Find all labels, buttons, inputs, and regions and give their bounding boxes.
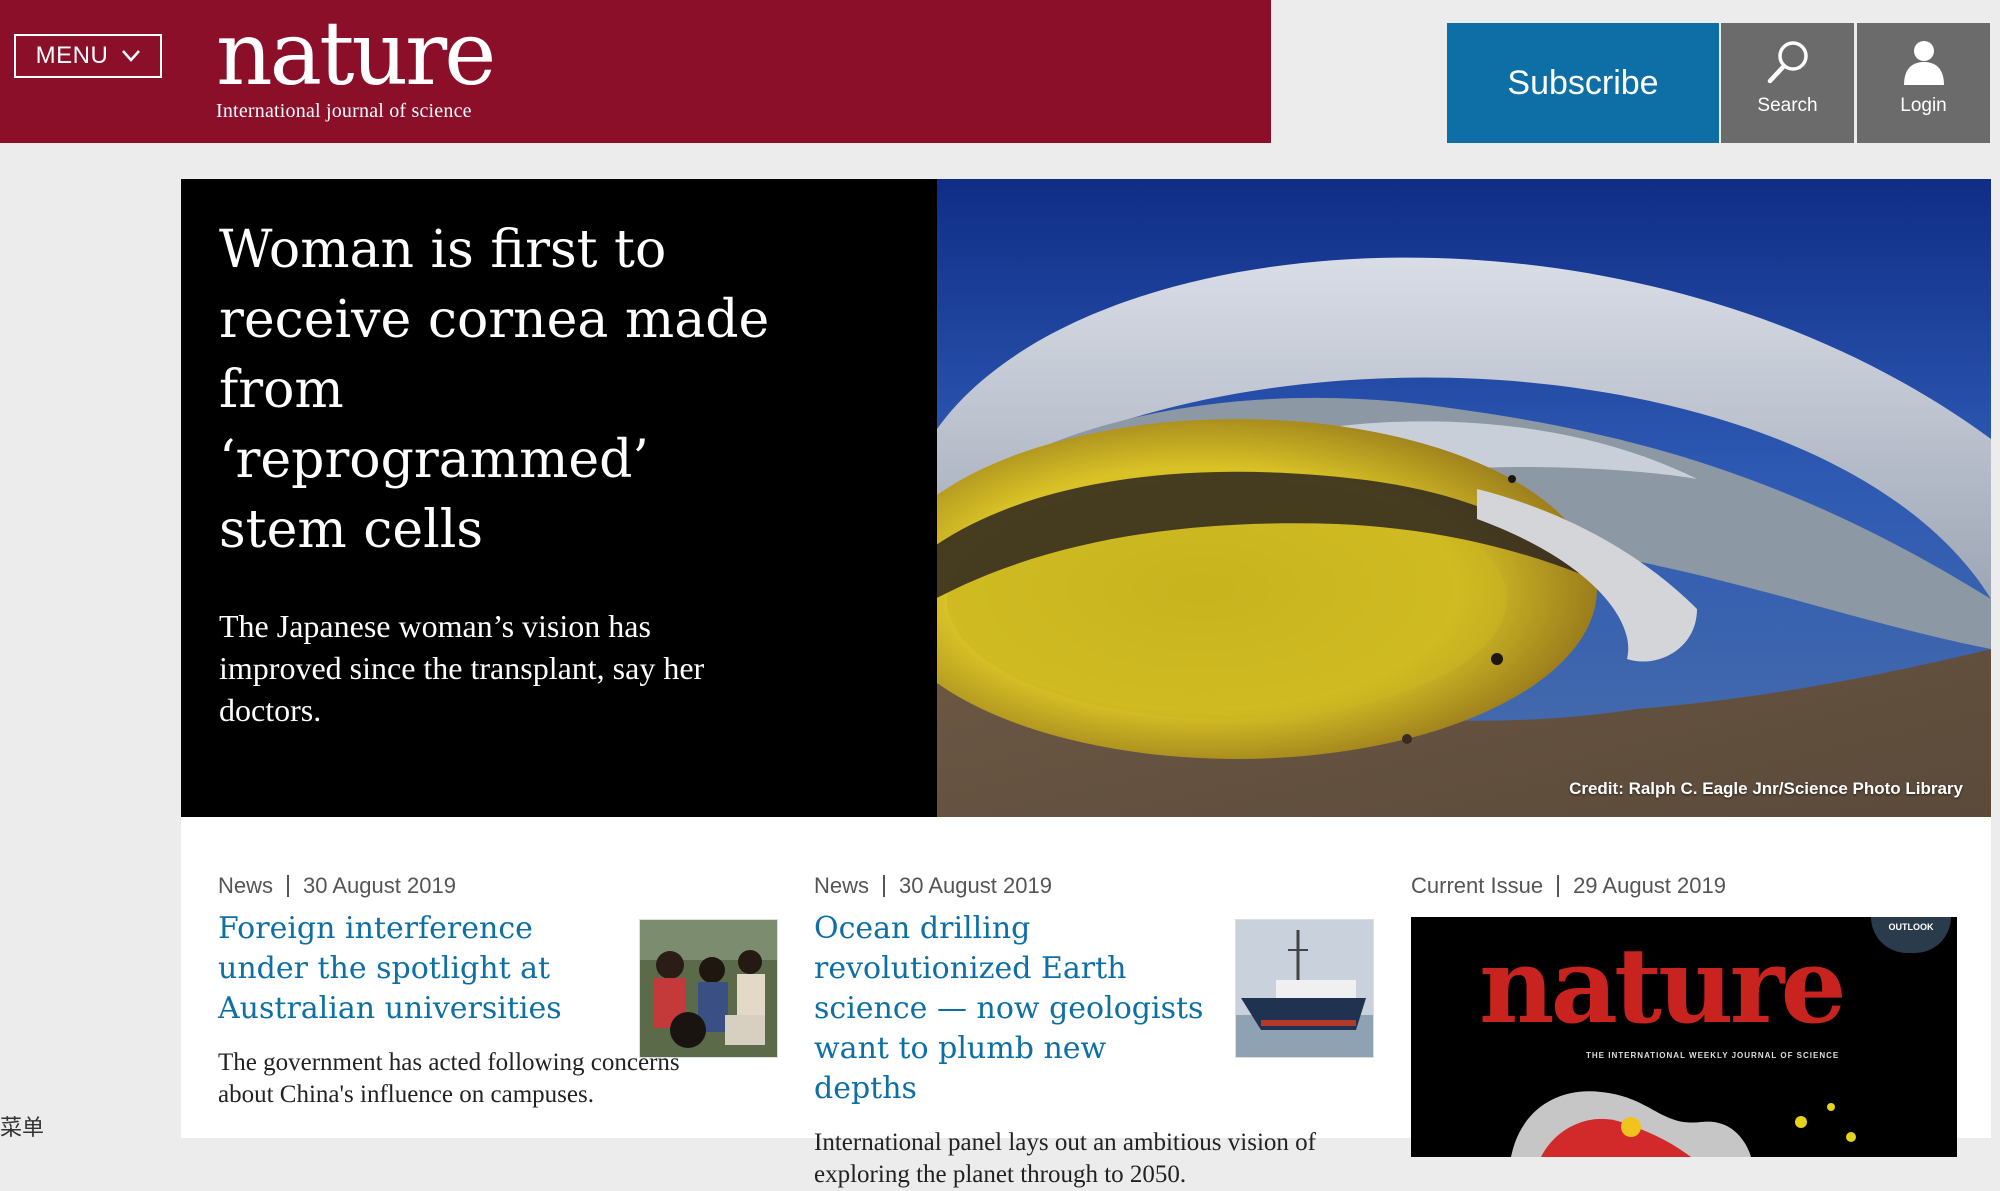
- card-meta: News 30 August 2019: [218, 873, 778, 899]
- card-meta: Current Issue 29 August 2019: [1411, 873, 1971, 899]
- news-card[interactable]: News 30 August 2019 Foreign interference…: [218, 873, 778, 1111]
- card-thumbnail[interactable]: [639, 919, 778, 1058]
- brand-header: MENU nature International journal of sci…: [0, 0, 1271, 143]
- card-type: News: [814, 873, 870, 898]
- card-thumbnail[interactable]: [1235, 919, 1374, 1058]
- journal-cover[interactable]: OUTLOOK nature THE INTERNATIONAL WEEKLY …: [1411, 917, 1957, 1157]
- logo-wordmark: nature: [216, 2, 496, 105]
- hero-feature[interactable]: Woman is first to receive cornea made fr…: [181, 179, 1991, 817]
- card-type: News: [218, 873, 274, 898]
- subscribe-label: Subscribe: [1507, 63, 1659, 102]
- meta-divider: [883, 875, 886, 897]
- cover-artwork: [1511, 1091, 1856, 1157]
- card-date: 29 August 2019: [1573, 873, 1726, 898]
- search-label: Search: [1757, 95, 1818, 116]
- hero-summary: The Japanese woman’s vision has improved…: [219, 608, 705, 728]
- card-title-link[interactable]: Foreign interference under the spotlight…: [218, 909, 613, 1029]
- cover-subtitle: THE INTERNATIONAL WEEKLY JOURNAL OF SCIE…: [1586, 1051, 1840, 1060]
- hero-text-block: Woman is first to receive cornea made fr…: [219, 215, 779, 731]
- login-button[interactable]: Login: [1857, 23, 1990, 143]
- menu-label: MENU: [35, 42, 109, 69]
- meta-divider: [1557, 875, 1560, 897]
- hero-cornea-image[interactable]: Credit: Ralph C. Eagle Jnr/Science Photo…: [937, 179, 1991, 817]
- card-type: Current Issue: [1411, 873, 1544, 898]
- news-cards-section: News 30 August 2019 Foreign interference…: [181, 817, 1991, 1188]
- drilling-ship-photo: [1236, 920, 1373, 1057]
- students-photo: [640, 920, 777, 1057]
- cover-masthead: nature: [1479, 924, 1847, 1047]
- user-icon: [1903, 41, 1944, 85]
- login-label: Login: [1900, 95, 1947, 116]
- chevron-down-icon: [122, 50, 141, 62]
- news-card[interactable]: News 30 August 2019 Ocean drilling revol…: [814, 873, 1374, 1191]
- meta-divider: [287, 875, 290, 897]
- card-meta: News 30 August 2019: [814, 873, 1374, 899]
- menu-button[interactable]: MENU: [14, 34, 162, 78]
- cornea-illustration: [937, 179, 1991, 817]
- search-button[interactable]: Search: [1721, 23, 1854, 143]
- card-date: 30 August 2019: [899, 873, 1052, 898]
- card-date: 30 August 2019: [303, 873, 456, 898]
- cover-badge: OUTLOOK: [1871, 917, 1951, 953]
- floating-menu-label[interactable]: 菜单: [0, 1110, 44, 1142]
- hero-title[interactable]: Woman is first to receive cornea made fr…: [219, 215, 779, 565]
- hero-image-credit: Credit: Ralph C. Eagle Jnr/Science Photo…: [1569, 779, 1963, 798]
- current-issue-card[interactable]: Current Issue 29 August 2019 OUTLOOK nat…: [1411, 873, 1971, 1157]
- search-icon: [1767, 41, 1808, 84]
- subscribe-button[interactable]: Subscribe: [1447, 23, 1719, 143]
- card-summary: International panel lays out an ambitiou…: [814, 1129, 1316, 1188]
- card-title-link[interactable]: Ocean drilling revolutionized Earth scie…: [814, 909, 1209, 1109]
- nature-logo[interactable]: nature International journal of science: [216, 2, 496, 123]
- logo-tagline: International journal of science: [216, 100, 472, 122]
